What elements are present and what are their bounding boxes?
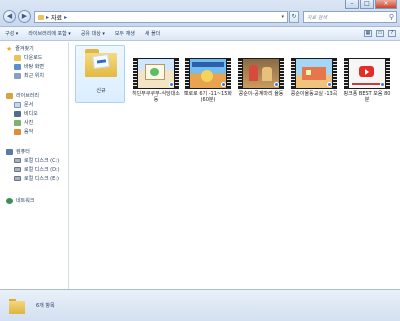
sidebar-item-label: 다운로드 xyxy=(24,55,43,61)
new-folder-button[interactable]: 새 폴더 xyxy=(145,30,160,37)
sidebar-item-desktop[interactable]: 바탕 화면 xyxy=(14,63,44,70)
play-badge-icon xyxy=(221,82,226,87)
hard-disk-icon xyxy=(14,158,21,163)
sidebar-item-label: 최근 위치 xyxy=(24,73,44,79)
video-thumbnail xyxy=(185,58,231,89)
breadcrumb-item[interactable]: 자료 xyxy=(51,13,62,22)
sidebar-item-recent-places[interactable]: 최근 위치 xyxy=(14,72,44,79)
file-name: 뽀로로 6기 -11~15화(60분) xyxy=(183,91,233,103)
sidebar-header-label: 라이브러리 xyxy=(16,93,40,99)
sidebar-item-documents[interactable]: 문서 xyxy=(14,101,33,108)
file-name: 콩순이율동교실 -13곡 xyxy=(290,91,338,97)
star-icon: ★ xyxy=(6,44,13,53)
sidebar-item-label: 사진 xyxy=(24,120,34,126)
hard-disk-icon xyxy=(14,176,21,181)
file-name: 신규 xyxy=(96,88,106,94)
search-placeholder: 자료 검색 xyxy=(307,14,327,21)
play-all-button[interactable]: 모두 재생 xyxy=(115,30,135,37)
video-thumbnail xyxy=(344,58,390,89)
file-name: 콩순이-공계마리 율동 xyxy=(238,91,284,97)
breadcrumb-separator[interactable]: ▸ xyxy=(64,14,67,21)
sidebar-favorites[interactable]: ★ 즐겨찾기 xyxy=(6,45,34,52)
library-icon xyxy=(6,92,13,99)
file-name: 핑크퐁 BEST 모음 80분 xyxy=(343,91,391,103)
forward-button[interactable]: ▶ xyxy=(18,10,31,23)
address-bar-area: – □ × ◀ ▶ ▸ 자료 ▸ ▾ ↻ 자료 검색 ⚲ xyxy=(0,0,400,27)
file-item-video[interactable]: 뽀로로 6기 -11~15화(60분) xyxy=(183,45,233,103)
play-badge-icon xyxy=(380,82,385,87)
sidebar-item-pictures[interactable]: 사진 xyxy=(14,119,33,126)
file-item-video[interactable]: 콩순이율동교실 -13곡 xyxy=(289,45,339,103)
play-badge-icon xyxy=(274,82,279,87)
sidebar-item-videos[interactable]: 비디오 xyxy=(14,110,38,117)
include-in-library-menu[interactable]: 라이브러리에 포함 ▾ xyxy=(28,30,71,37)
refresh-button[interactable]: ↻ xyxy=(289,11,299,23)
sidebar-item-label: 비디오 xyxy=(24,111,38,117)
video-thumbnail xyxy=(238,58,284,89)
document-icon xyxy=(14,101,21,108)
play-badge-icon xyxy=(327,82,332,87)
view-controls: ▦ ▭ ? xyxy=(364,30,396,37)
sidebar-network[interactable]: 네트워크 xyxy=(6,197,34,204)
file-item-video[interactable]: 콩순이-공계마리 율동 xyxy=(236,45,286,103)
downloads-folder-icon xyxy=(14,54,21,61)
network-icon xyxy=(6,197,13,204)
sidebar-item-label: 로컬 디스크 (E:) xyxy=(24,176,59,182)
sidebar-item-downloads[interactable]: 다운로드 xyxy=(14,54,42,61)
picture-icon xyxy=(14,119,21,126)
minimize-button[interactable]: – xyxy=(345,0,359,9)
back-button[interactable]: ◀ xyxy=(3,10,16,23)
command-bar: 구성 ▾ 라이브러리에 포함 ▾ 공유 대상 ▾ 모두 재생 새 폴더 ▦ ▭ … xyxy=(0,27,400,41)
sidebar-header-label: 네트워크 xyxy=(16,198,35,204)
file-item-folder[interactable]: 신규 xyxy=(75,45,125,103)
file-list: 신규 히딘부쿠쿠부-식당대소동 뽀로로 6기 -11~15화(60분) 콩순이-… xyxy=(70,42,400,289)
folder-icon xyxy=(38,14,44,20)
play-badge-icon xyxy=(169,82,174,87)
file-item-video[interactable]: 히딘부쿠쿠부-식당대소동 xyxy=(131,45,181,103)
sidebar-item-label: 바탕 화면 xyxy=(24,64,44,70)
help-icon[interactable]: ? xyxy=(388,30,396,37)
details-pane: 6개 항목 xyxy=(0,289,400,321)
view-options-icon[interactable]: ▦ xyxy=(364,30,372,37)
video-icon xyxy=(14,110,21,117)
address-field[interactable]: ▸ 자료 ▸ ▾ xyxy=(34,11,288,23)
window-controls: – □ × xyxy=(345,0,397,9)
search-input[interactable]: 자료 검색 ⚲ xyxy=(303,11,397,23)
navigation-pane: ★ 즐겨찾기 다운로드 바탕 화면 최근 위치 라이브러리 문서 비디오 사진 … xyxy=(0,42,69,289)
sidebar-computer[interactable]: 컴퓨터 xyxy=(6,148,30,155)
breadcrumb-separator[interactable]: ▸ xyxy=(46,14,49,21)
sidebar-item-disk-d[interactable]: 로컬 디스크 (D:) xyxy=(14,166,60,173)
computer-icon xyxy=(6,148,13,155)
sidebar-header-label: 컴퓨터 xyxy=(16,149,30,155)
desktop-icon xyxy=(14,63,21,70)
music-icon xyxy=(14,128,21,135)
sidebar-item-disk-e[interactable]: 로컬 디스크 (E:) xyxy=(14,175,59,182)
hard-disk-icon xyxy=(14,167,21,172)
file-item-video[interactable]: 핑크퐁 BEST 모음 80분 xyxy=(342,45,392,103)
sidebar-libraries[interactable]: 라이브러리 xyxy=(6,92,39,99)
chevron-down-icon[interactable]: ▾ xyxy=(281,14,284,20)
sidebar-item-label: 로컬 디스크 (C:) xyxy=(24,158,60,164)
close-button[interactable]: × xyxy=(375,0,397,9)
recent-places-icon xyxy=(14,72,21,79)
folder-icon xyxy=(85,49,117,77)
video-thumbnail xyxy=(133,58,179,89)
preview-pane-icon[interactable]: ▭ xyxy=(376,30,384,37)
search-icon[interactable]: ⚲ xyxy=(389,13,394,21)
sidebar-item-disk-c[interactable]: 로컬 디스크 (C:) xyxy=(14,157,59,164)
organize-menu[interactable]: 구성 ▾ xyxy=(5,30,18,37)
share-with-menu[interactable]: 공유 대상 ▾ xyxy=(81,30,105,37)
video-thumbnail xyxy=(291,58,337,89)
sidebar-item-label: 로컬 디스크 (D:) xyxy=(24,167,60,173)
maximize-button[interactable]: □ xyxy=(360,0,374,9)
folder-icon xyxy=(9,299,25,314)
sidebar-item-music[interactable]: 음악 xyxy=(14,128,33,135)
sidebar-item-label: 문서 xyxy=(24,102,34,108)
file-name: 히딘부쿠쿠부-식당대소동 xyxy=(132,91,180,103)
sidebar-item-label: 음악 xyxy=(24,129,34,135)
nav-buttons: ◀ ▶ xyxy=(3,10,31,23)
sidebar-header-label: 즐겨찾기 xyxy=(15,46,34,52)
item-count: 6개 항목 xyxy=(36,303,55,309)
